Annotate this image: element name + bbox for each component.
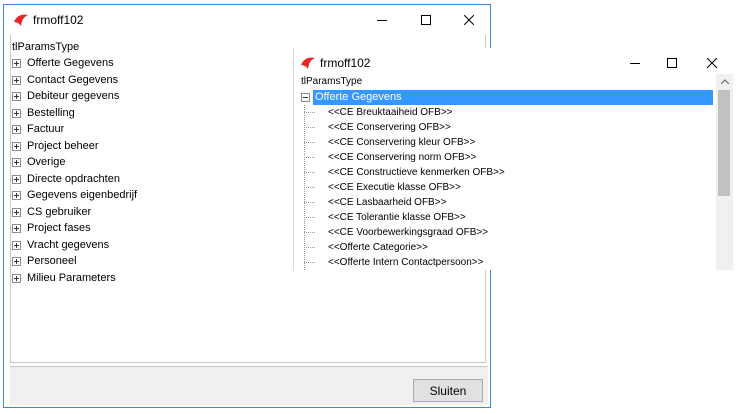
- expand-icon[interactable]: [12, 92, 21, 101]
- minimize-icon: [377, 20, 387, 21]
- tree-node[interactable]: Project beheer: [12, 138, 99, 155]
- tree-node-label[interactable]: Contact Gegevens: [27, 72, 118, 89]
- tree-child-label[interactable]: <<CE Lasbaarheid OFB>>: [328, 197, 446, 208]
- tree-child-label[interactable]: <<CE Conservering norm OFB>>: [328, 152, 476, 163]
- tree-node[interactable]: Bestelling: [12, 105, 79, 122]
- expand-icon[interactable]: [12, 174, 21, 184]
- tree-node-label-selected[interactable]: Offerte Gegevens: [313, 90, 713, 105]
- tree-child[interactable]: <<CE Conservering norm OFB>>: [301, 150, 713, 165]
- expand-icon[interactable]: [12, 273, 21, 283]
- tree-child[interactable]: <<CE Voorbewerkingsgraad OFB>>: [301, 225, 713, 240]
- close-button[interactable]: [446, 5, 492, 35]
- minimize-button[interactable]: [359, 5, 405, 35]
- tree-child-label[interactable]: <<CE Constructieve kenmerken OFB>>: [328, 167, 505, 178]
- scroll-up-button[interactable]: [716, 74, 733, 88]
- tree-child[interactable]: <<CE Breuktaaiheid OFB>>: [301, 105, 713, 120]
- expand-icon[interactable]: [12, 191, 21, 200]
- tree-node[interactable]: Factuur: [12, 121, 79, 138]
- params-tree[interactable]: tlParamsType Offerte Gegevens Contact Ge…: [12, 39, 137, 287]
- app-logo-icon: [14, 14, 28, 26]
- tree-node[interactable]: CS gebruiker: [12, 204, 91, 221]
- expand-icon[interactable]: [12, 224, 21, 233]
- tree-node[interactable]: Directe opdrachten: [12, 171, 120, 188]
- tree-child[interactable]: <<CE Lasbaarheid OFB>>: [301, 195, 713, 210]
- scroll-up-icon: [720, 78, 729, 84]
- tree-child-label[interactable]: <<CE Conservering kleur OFB>>: [328, 137, 475, 148]
- tree-node-label[interactable]: Personeel: [27, 253, 77, 270]
- tree-node-label[interactable]: CS gebruiker: [27, 204, 91, 221]
- params-tree-expanded[interactable]: tlParamsType Offerte Gegevens <<CE Breuk…: [301, 74, 713, 270]
- window-title: frmoff102: [33, 13, 84, 27]
- tree-child-label[interactable]: <<Offerte Categorie>>: [328, 242, 428, 253]
- tree-child-label[interactable]: <<Offerte Intern Contactpersoon>>: [328, 257, 483, 268]
- minimize-icon: [630, 63, 640, 64]
- expand-icon[interactable]: [12, 75, 21, 85]
- tree-node-label[interactable]: Project fases: [27, 220, 91, 237]
- tree-child-label[interactable]: <<CE Breuktaaiheid OFB>>: [328, 107, 453, 118]
- tree-child[interactable]: <<CE Conservering OFB>>: [301, 120, 713, 135]
- vertical-scrollbar[interactable]: [716, 74, 733, 270]
- tree-node-expanded[interactable]: Offerte Gegevens <<CE Breuktaaiheid OFB>…: [301, 90, 713, 270]
- tree-root-label: tlParamsType: [12, 41, 80, 53]
- expand-icon[interactable]: [12, 240, 21, 250]
- tree-node[interactable]: Milieu Parameters: [12, 270, 116, 287]
- window-title: frmoff102: [320, 56, 371, 70]
- maximize-icon: [421, 15, 431, 25]
- tree-child[interactable]: <<CE Executie klasse OFB>>: [301, 180, 713, 195]
- expand-icon[interactable]: [12, 125, 21, 134]
- tree-node-label[interactable]: Gegevens eigenbedrijf: [27, 187, 137, 204]
- expand-icon[interactable]: [12, 141, 21, 151]
- tree-child[interactable]: <<CE Conservering kleur OFB>>: [301, 135, 713, 150]
- app-logo-icon: [301, 57, 315, 69]
- title-bar[interactable]: frmoff102: [4, 5, 490, 35]
- tree-node-label[interactable]: Directe opdrachten: [27, 171, 120, 188]
- tree-root-label: tlParamsType: [301, 76, 363, 87]
- tree-node[interactable]: Contact Gegevens: [12, 72, 118, 89]
- tree-node-label[interactable]: Vracht gegevens: [27, 237, 109, 254]
- tree-node-label[interactable]: Offerte Gegevens: [27, 55, 114, 72]
- sluiten-button[interactable]: Sluiten: [413, 379, 483, 402]
- tree-node[interactable]: Gegevens eigenbedrijf: [12, 187, 137, 204]
- tree-node[interactable]: Debiteur gegevens: [12, 88, 119, 105]
- tree-node-label[interactable]: Bestelling: [27, 105, 75, 122]
- expand-icon[interactable]: [12, 59, 21, 68]
- collapse-icon[interactable]: [301, 93, 310, 102]
- expand-icon[interactable]: [12, 257, 21, 266]
- tree-child-label[interactable]: <<CE Conservering OFB>>: [328, 122, 451, 133]
- expand-icon[interactable]: [12, 108, 21, 118]
- scroll-thumb[interactable]: [718, 90, 730, 196]
- tree-node-label[interactable]: Project beheer: [27, 138, 99, 155]
- tree-node[interactable]: Offerte Gegevens: [12, 55, 114, 72]
- tree-child-label[interactable]: <<CE Executie klasse OFB>>: [328, 182, 461, 193]
- tree-children: <<CE Breuktaaiheid OFB>> <<CE Conserveri…: [301, 105, 713, 270]
- tree-node-label[interactable]: Debiteur gegevens: [27, 88, 119, 105]
- button-bar: Sluiten: [10, 366, 488, 405]
- expand-icon[interactable]: [12, 158, 21, 167]
- tree-child[interactable]: <<CE Tolerantie klasse OFB>>: [301, 210, 713, 225]
- tree-node-label[interactable]: Overige: [27, 154, 66, 171]
- tree-node[interactable]: Project fases: [12, 220, 91, 237]
- close-icon: [707, 58, 717, 68]
- maximize-button[interactable]: [403, 5, 449, 35]
- close-icon: [464, 15, 474, 25]
- expand-icon[interactable]: [12, 207, 21, 217]
- tree-node[interactable]: Overige: [12, 154, 79, 171]
- tree-node-label[interactable]: Milieu Parameters: [27, 270, 116, 287]
- tree-child-label[interactable]: <<CE Tolerantie klasse OFB>>: [328, 212, 466, 223]
- tree-node[interactable]: Personeel: [12, 253, 79, 270]
- window-detail: frmoff102 tlParamsType Offerte Gegevens …: [293, 48, 736, 270]
- tree-node[interactable]: Vracht gegevens: [12, 237, 109, 254]
- tree-child[interactable]: <<Offerte Intern Contactpersoon>>: [301, 255, 713, 270]
- tree-node-label[interactable]: Factuur: [27, 121, 64, 138]
- tree-child[interactable]: <<CE Constructieve kenmerken OFB>>: [301, 165, 713, 180]
- maximize-icon: [667, 58, 677, 68]
- tree-child[interactable]: <<Offerte Categorie>>: [301, 240, 713, 255]
- tree-child-label[interactable]: <<CE Voorbewerkingsgraad OFB>>: [328, 227, 488, 238]
